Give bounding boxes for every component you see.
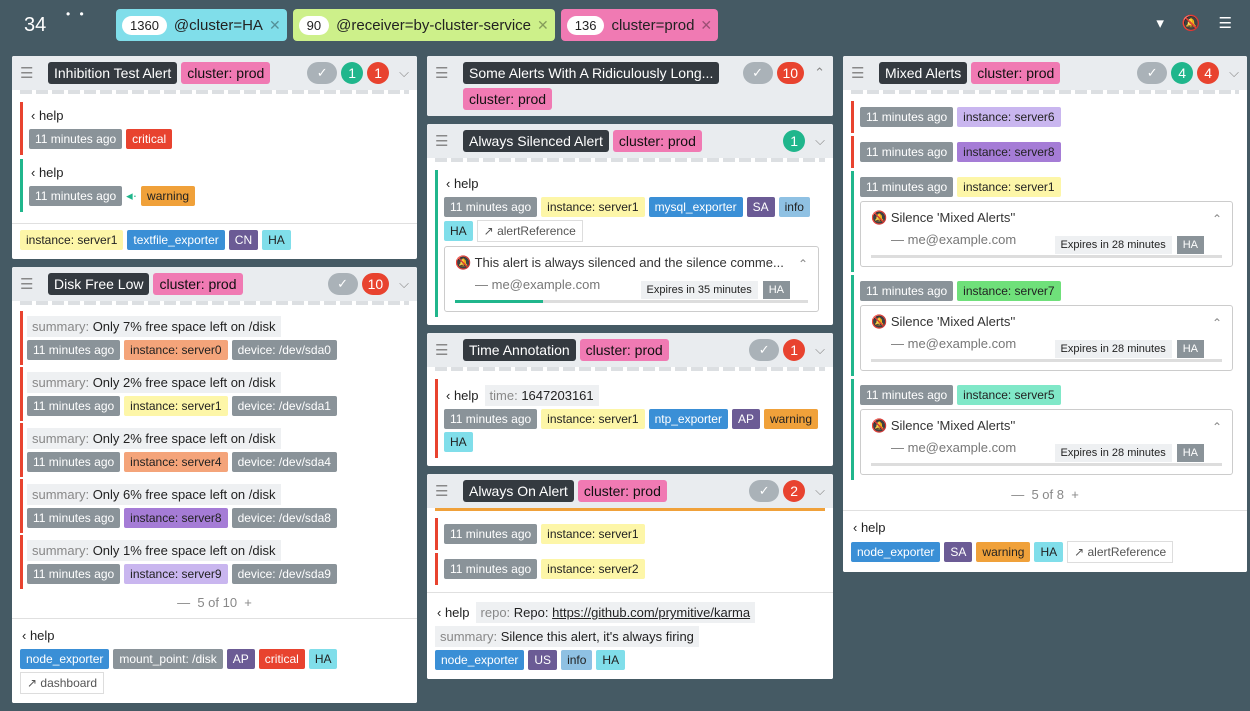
column-3: ☰ Mixed Alerts cluster: prod ✓ 4 4 ⌵ 11 minut… <box>843 56 1247 580</box>
column-2: ☰ Some Alerts With A Ridiculously Long...… <box>427 56 833 687</box>
close-icon[interactable]: ✕ <box>269 17 281 34</box>
silence-icon: 🔕 <box>871 210 888 225</box>
silence-icon: 🔕 <box>455 255 472 270</box>
alert-group-time: ☰ Time Annotation cluster: prod ✓ 1 ⌵ ‹ help… <box>427 333 833 466</box>
chevron-up-icon[interactable]: ⌃ <box>798 257 808 271</box>
cluster-label[interactable]: cluster: prod <box>181 62 271 84</box>
filter-bar[interactable]: 1360 @cluster=HA ✕ 90 @receiver=by-cluster-… <box>116 9 719 41</box>
silenced-count[interactable]: 1 <box>341 62 364 84</box>
chevron-down-icon[interactable]: ⌵ <box>399 276 409 292</box>
silence-icon: 🔕 <box>871 418 888 433</box>
silence-icon: 🔕 <box>871 314 888 329</box>
chevron-up-icon[interactable]: ⌃ <box>814 65 825 81</box>
active-count[interactable]: 1 <box>367 62 390 84</box>
time-label[interactable]: 11 minutes ago <box>29 129 123 149</box>
help-toggle[interactable]: ‹ help <box>29 162 403 183</box>
settings-icon[interactable]: ☰ <box>1219 14 1232 32</box>
time-label[interactable]: 11 minutes ago <box>29 186 123 206</box>
close-icon[interactable]: ✕ <box>700 17 712 34</box>
alert-group-disk: ☰ Disk Free Low cluster: prod ✓ 10 ⌵ summary… <box>12 267 417 703</box>
external-link[interactable]: ↗ dashboard <box>20 672 105 694</box>
silence-box[interactable]: 🔕 This alert is always silenced and the … <box>444 246 819 312</box>
pager[interactable]: — 5 of 10 + <box>20 591 409 614</box>
check-icon[interactable]: ✓ <box>327 273 358 295</box>
chevron-down-icon[interactable]: ⌵ <box>399 65 409 81</box>
filter-cluster-ha[interactable]: 1360 @cluster=HA ✕ <box>116 9 287 41</box>
alert-group-always-on: ☰ Always On Alert cluster: prod ✓ 2 ⌵ 11 min… <box>427 474 833 679</box>
help-toggle[interactable]: ‹ help <box>29 105 403 126</box>
alert-group-long: ☰ Some Alerts With A Ridiculously Long...… <box>427 56 833 116</box>
alert-name: Inhibition Test Alert <box>48 62 178 84</box>
filter-receiver[interactable]: 90 @receiver=by-cluster-service ✕ <box>292 9 555 41</box>
pager[interactable]: — 5 of 8 + <box>851 483 1239 506</box>
dots-icon[interactable]: • • <box>66 7 87 21</box>
menu-icon[interactable]: ☰ <box>20 64 44 82</box>
menu-icon[interactable]: ☰ <box>20 275 44 293</box>
close-icon[interactable]: ✕ <box>537 17 549 34</box>
alert-group-mixed: ☰ Mixed Alerts cluster: prod ✓ 4 4 ⌵ 11 minut… <box>843 56 1247 572</box>
top-bar: 34 • • 1360 @cluster=HA ✕ 90 @receiver=by-c… <box>0 0 1250 50</box>
silence-icon[interactable]: 🔕 <box>1182 14 1201 32</box>
mute-icon: ◂· <box>126 188 138 203</box>
alert-count: 34 <box>24 13 47 36</box>
check-icon[interactable]: ✓ <box>307 62 338 84</box>
alert-group-inhibition: ☰ Inhibition Test Alert cluster: prod ✓ 1 1 ⌵… <box>12 56 417 259</box>
alert-group-silenced: ☰ Always Silenced Alert cluster: prod 1 ⌵ ‹… <box>427 124 833 325</box>
check-icon[interactable]: ✓ <box>742 62 773 84</box>
filter-cluster-prod[interactable]: 136 cluster=prod ✕ <box>560 9 719 41</box>
caret-down-icon[interactable]: ▾ <box>1156 14 1164 32</box>
column-1: ☰ Inhibition Test Alert cluster: prod ✓ 1 1 ⌵… <box>12 56 417 711</box>
